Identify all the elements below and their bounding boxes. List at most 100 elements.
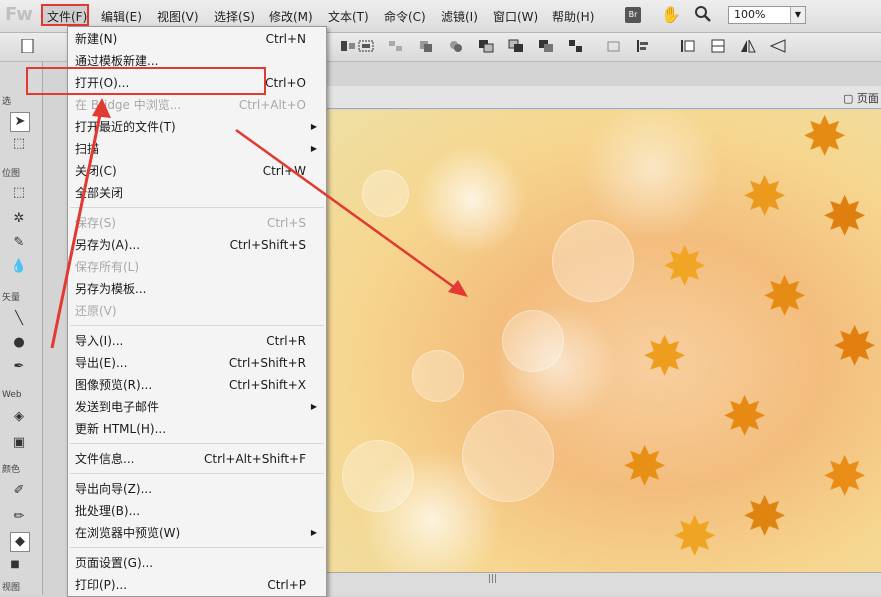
- menu-item-label: 另存为模板...: [75, 282, 147, 296]
- menu-item-save-as-template[interactable]: 另存为模板...: [68, 278, 326, 300]
- menu-item-send-email[interactable]: 发送到电子邮件 ▶: [68, 396, 326, 418]
- line-tool-icon[interactable]: ╲: [10, 310, 28, 328]
- menu-item-label: 打印(P)...: [75, 578, 128, 592]
- bokeh-circle: [502, 310, 564, 372]
- zoom-icon[interactable]: [694, 5, 712, 23]
- align-icon[interactable]: [340, 39, 356, 53]
- distribute-icon[interactable]: [636, 39, 652, 53]
- menu-item-export-wizard[interactable]: 导出向导(Z)...: [68, 478, 326, 500]
- send-back-icon[interactable]: [568, 39, 584, 53]
- menu-item-shortcut: Ctrl+P: [267, 578, 306, 592]
- blur-tool-icon[interactable]: 💧: [10, 258, 28, 276]
- document-canvas[interactable]: ✸ ✸ ✸ ✸ ✸ ✸ ✸ ✸ ✸ ✸ ✸ ✸: [322, 110, 881, 572]
- app-logo: Fw: [5, 4, 33, 25]
- bokeh-circle: [462, 410, 554, 502]
- document-tab-bar: [322, 86, 881, 109]
- menu-item-close[interactable]: 关闭(C) Ctrl+W: [68, 160, 326, 182]
- marquee-tool-icon[interactable]: ⬚: [10, 184, 28, 202]
- tools-label-bitmap: 位图: [2, 169, 21, 179]
- menu-item-shortcut: Ctrl+Alt+O: [238, 98, 306, 112]
- menu-modify[interactable]: 修改(M): [269, 8, 313, 25]
- menu-commands[interactable]: 命令(C): [384, 8, 426, 25]
- hotspot-tool-icon[interactable]: ◈: [10, 408, 28, 426]
- slice-tool-icon[interactable]: ▣: [10, 434, 28, 452]
- menu-item-close-all[interactable]: 全部关闭: [68, 182, 326, 204]
- menu-item-print[interactable]: 打印(P)... Ctrl+P: [68, 574, 326, 596]
- menu-file[interactable]: 文件(F): [47, 8, 87, 25]
- menu-item-label: 在浏览器中预览(W): [75, 526, 181, 540]
- menu-window[interactable]: 窗口(W): [493, 8, 538, 25]
- submenu-arrow-icon: ▶: [310, 528, 317, 537]
- new-document-icon[interactable]: [20, 39, 36, 53]
- bring-forward-icon[interactable]: [508, 39, 524, 53]
- flip-icon[interactable]: [710, 39, 726, 53]
- maple-leaf: ✸: [672, 505, 718, 568]
- menu-item-open-recent[interactable]: 打开最近的文件(T) ▶: [68, 116, 326, 138]
- tools-label-web: Web: [2, 390, 22, 400]
- tools-label-select: 选: [2, 97, 12, 107]
- menu-item-new[interactable]: 新建(N) Ctrl+N: [68, 28, 326, 50]
- menu-item-shortcut: Ctrl+Shift+S: [229, 238, 306, 252]
- brush-tool-icon[interactable]: ✎: [10, 234, 28, 252]
- bokeh-circle: [342, 440, 414, 512]
- menu-item-image-preview[interactable]: 图像预览(R)... Ctrl+Shift+X: [68, 374, 326, 396]
- eyedropper-tool-icon[interactable]: ✐: [10, 482, 28, 500]
- join-icon[interactable]: [418, 39, 434, 53]
- flip-vertical-icon[interactable]: [770, 39, 786, 53]
- scrollbar-grip-icon[interactable]: |||: [488, 574, 497, 584]
- ungroup-icon[interactable]: [388, 39, 404, 53]
- menu-view[interactable]: 视图(V): [157, 8, 199, 25]
- menu-item-label: 还原(V): [75, 304, 117, 318]
- menu-item-browse-bridge: 在 Bridge 中浏览... Ctrl+Alt+O: [68, 94, 326, 116]
- magic-wand-tool-icon[interactable]: ✲: [10, 210, 28, 228]
- group-icon[interactable]: [358, 39, 374, 53]
- bring-front-icon[interactable]: [478, 39, 494, 53]
- menu-text[interactable]: 文本(T): [328, 8, 369, 25]
- menu-item-label: 批处理(B)...: [75, 504, 141, 518]
- tools-label-vector: 矢量: [2, 293, 21, 303]
- split-icon[interactable]: [448, 39, 464, 53]
- menu-separator: [70, 547, 324, 548]
- tools-panel: 选 ➤ ⬚ 位图 ⬚ ✲ ✎ 💧 矢量 ╲ ● ✒ Web ◈ ▣ 颜色 ✐ ✏…: [0, 62, 43, 595]
- hand-icon[interactable]: ✋: [661, 5, 681, 24]
- menu-item-preview-browser[interactable]: 在浏览器中预览(W) ▶: [68, 522, 326, 544]
- menu-item-export[interactable]: 导出(E)... Ctrl+Shift+R: [68, 352, 326, 374]
- ellipse-tool-icon[interactable]: ●: [10, 334, 28, 352]
- menu-item-batch-process[interactable]: 批处理(B)...: [68, 500, 326, 522]
- menu-item-shortcut: Ctrl+R: [266, 334, 306, 348]
- menu-item-label: 发送到电子邮件: [75, 400, 160, 414]
- transform-icon[interactable]: [606, 39, 622, 53]
- zoom-select[interactable]: 100% ▼: [728, 6, 806, 24]
- menu-item-file-info[interactable]: 文件信息... Ctrl+Alt+Shift+F: [68, 448, 326, 470]
- maple-leaf: ✸: [622, 435, 668, 498]
- pen-tool-icon[interactable]: ✒: [10, 358, 28, 376]
- menu-separator: [70, 443, 324, 444]
- menu-filters[interactable]: 滤镜(I): [441, 8, 478, 25]
- menu-item-scan[interactable]: 扫描 ▶: [68, 138, 326, 160]
- send-backward-icon[interactable]: [538, 39, 554, 53]
- menu-help[interactable]: 帮助(H): [552, 8, 594, 25]
- menu-item-label: 导出(E)...: [75, 356, 128, 370]
- rotate-icon[interactable]: [680, 39, 696, 53]
- menu-item-save-all: 保存所有(L): [68, 256, 326, 278]
- flip-horizontal-icon[interactable]: [740, 39, 756, 53]
- bridge-button[interactable]: Br: [625, 7, 641, 23]
- menu-item-shortcut: Ctrl+N: [265, 32, 306, 46]
- menu-item-label: 全部关闭: [75, 186, 124, 200]
- menu-item-save-as[interactable]: 另存为(A)... Ctrl+Shift+S: [68, 234, 326, 256]
- file-menu-dropdown: 新建(N) Ctrl+N 通过模板新建... 打开(O)... Ctrl+O 在 B…: [67, 26, 327, 597]
- menu-select[interactable]: 选择(S): [214, 8, 255, 25]
- stroke-color-icon[interactable]: ✏: [10, 508, 28, 526]
- menu-item-save: 保存(S) Ctrl+S: [68, 212, 326, 234]
- menu-item-page-setup[interactable]: 页面设置(G)...: [68, 552, 326, 574]
- swap-colors-icon[interactable]: ■: [6, 556, 24, 574]
- menu-edit[interactable]: 编辑(E): [101, 8, 142, 25]
- subselect-tool-icon[interactable]: ⬚: [10, 135, 28, 153]
- page-label[interactable]: ▢ 页面: [843, 90, 879, 106]
- menu-item-label: 新建(N): [75, 32, 118, 46]
- fill-color-icon[interactable]: ◆: [10, 532, 30, 552]
- pointer-tool-icon[interactable]: ➤: [10, 112, 30, 132]
- annotation-highlight-box: [26, 67, 266, 95]
- menu-item-import[interactable]: 导入(I)... Ctrl+R: [68, 330, 326, 352]
- menu-item-update-html[interactable]: 更新 HTML(H)...: [68, 418, 326, 440]
